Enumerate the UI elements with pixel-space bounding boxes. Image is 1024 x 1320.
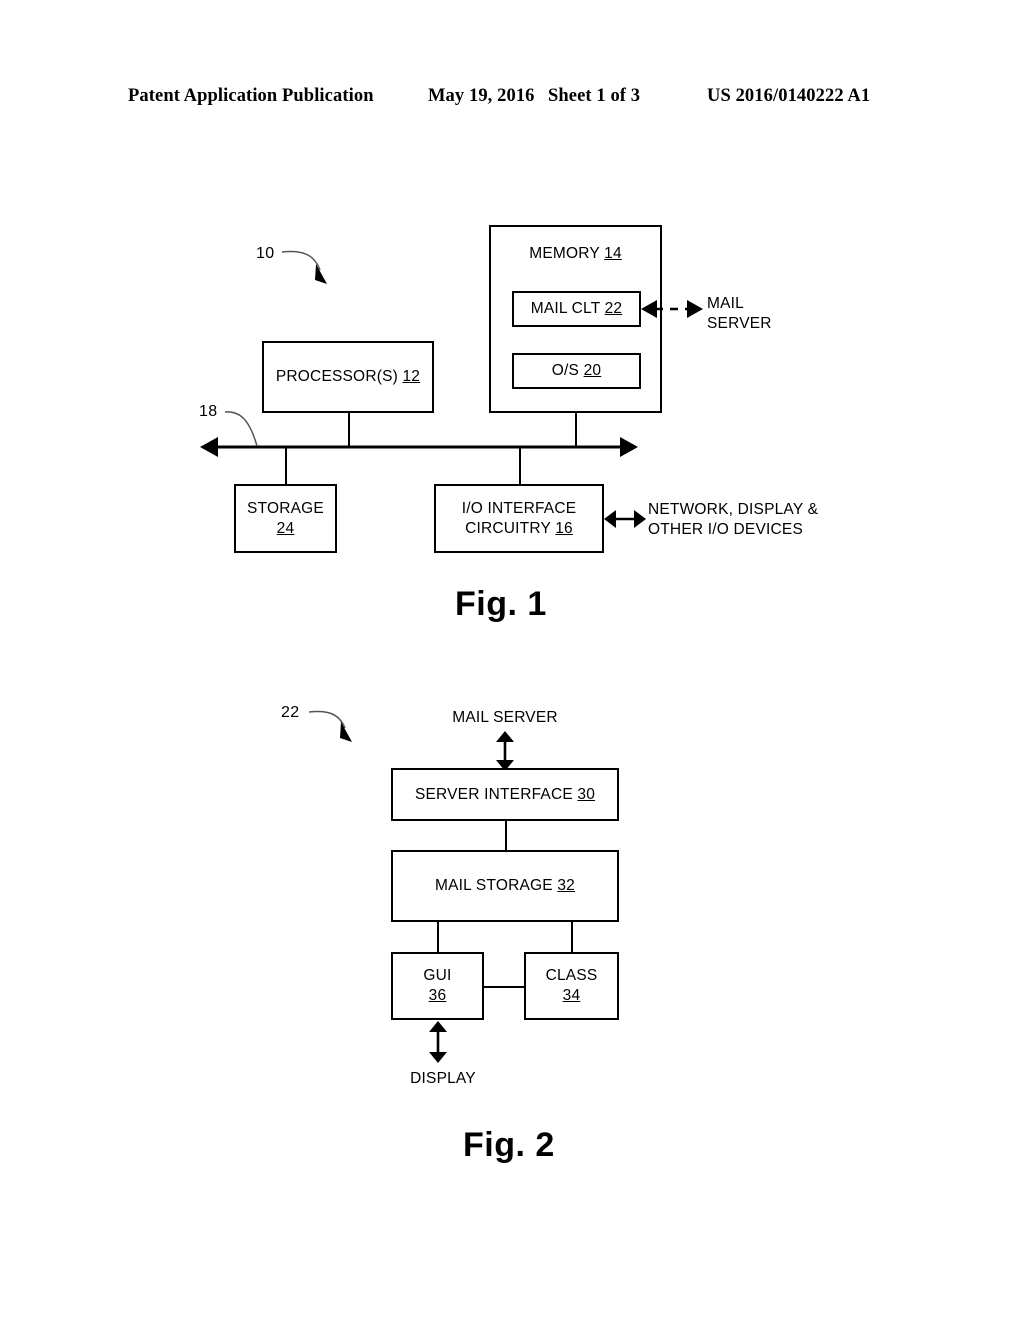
figure2-caption: Fig. 2: [463, 1126, 555, 1164]
display-double-arrow-icon: [429, 1021, 447, 1063]
gui-box-label: GUI 36: [423, 967, 452, 1004]
mail-storage-box: MAIL STORAGE 32: [391, 850, 619, 922]
server-interface-box-label: SERVER INTERFACE 30: [414, 785, 596, 803]
leader-line-22-icon: [308, 710, 352, 742]
gui-class-connector: [484, 986, 524, 988]
class-ref-number: 34: [562, 987, 581, 1004]
figure2-reference-numeral-22: 22: [281, 704, 300, 721]
mail-storage-gui-connector: [437, 922, 439, 952]
gui-box: GUI 36: [391, 952, 484, 1020]
class-box-label: CLASS 34: [545, 967, 598, 1004]
mail-storage-box-label: MAIL STORAGE 32: [435, 877, 575, 895]
mail-storage-class-connector: [571, 922, 573, 952]
server-interface-box: SERVER INTERFACE 30: [391, 768, 619, 821]
figure2-display-label: DISPLAY: [410, 1070, 476, 1087]
figure2-mail-server-label: MAIL SERVER: [452, 709, 558, 726]
mail-server-double-arrow-icon: [496, 731, 514, 771]
figure-2: 22 MAIL SERVER SERVER INTERFACE 30 MAIL …: [0, 0, 1024, 1320]
server-interface-ref-number: 30: [577, 785, 596, 803]
server-interface-mail-storage-connector: [505, 821, 507, 850]
class-box: CLASS 34: [524, 952, 619, 1020]
mail-storage-ref-number: 32: [557, 877, 575, 895]
gui-ref-number: 36: [428, 987, 447, 1004]
